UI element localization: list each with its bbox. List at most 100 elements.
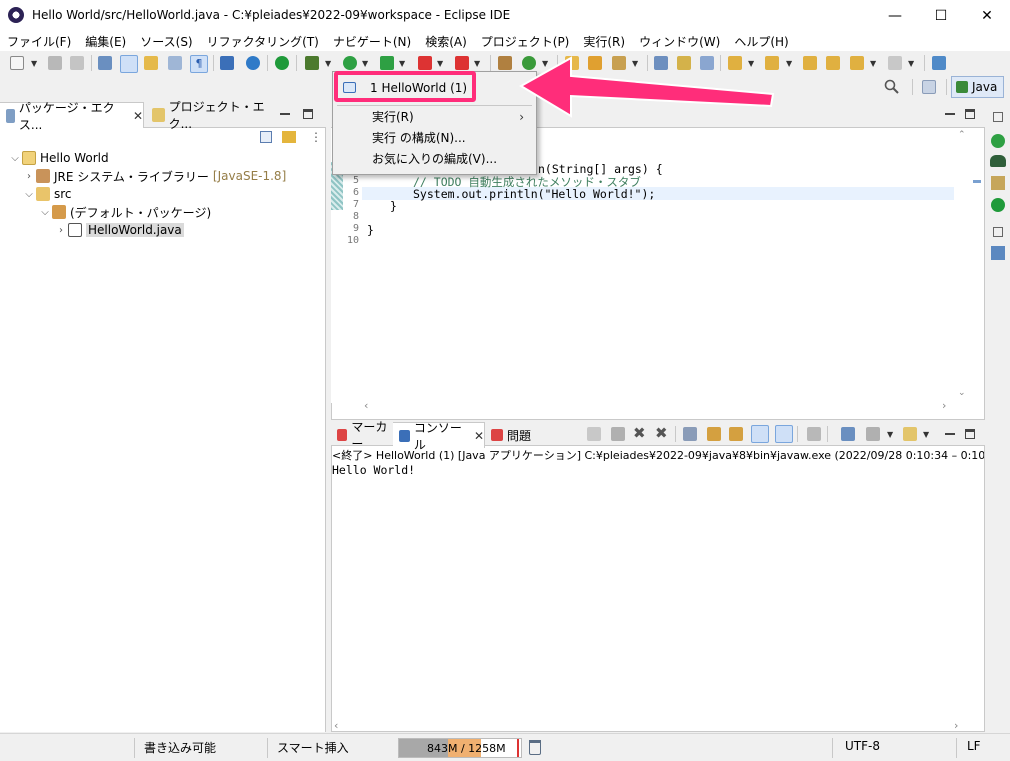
external-tools-icon[interactable] <box>418 56 432 70</box>
remove-all-launches-icon[interactable]: ✖ <box>655 424 668 442</box>
back-icon[interactable] <box>850 56 864 70</box>
new-console-icon[interactable] <box>903 427 917 441</box>
run-icon[interactable] <box>343 56 357 70</box>
menu-run[interactable]: 実行(R) <box>576 33 632 50</box>
minimize-view-icon[interactable] <box>945 113 955 115</box>
stop-icon[interactable] <box>455 56 469 70</box>
pin-icon[interactable] <box>98 56 112 70</box>
tree-item-project[interactable]: ⌵ Hello World <box>8 149 109 167</box>
gear-icon[interactable] <box>246 56 260 70</box>
debug-icon[interactable] <box>305 56 319 70</box>
editor-vertical-scrollbar[interactable]: ⌃ ⌄ <box>957 130 969 400</box>
close-icon[interactable]: ✕ <box>474 429 484 443</box>
chevron-down-icon[interactable]: ▼ <box>786 59 792 68</box>
power-icon[interactable] <box>991 198 1005 212</box>
collapse-all-icon[interactable] <box>260 131 272 143</box>
menu-edit[interactable]: 編集(E) <box>78 33 133 50</box>
remove-launch-icon[interactable]: ✖ <box>633 424 646 442</box>
tree-item-java-file[interactable]: › HelloWorld.java <box>54 221 184 239</box>
back-history-icon[interactable] <box>803 56 817 70</box>
terminal-icon[interactable] <box>220 56 234 70</box>
tree-item-jre-library[interactable]: › JRE システム・ライブラリー [JavaSE-1.8] <box>22 167 286 185</box>
open-perspective-icon[interactable] <box>932 56 946 70</box>
open-console-icon[interactable] <box>841 427 855 441</box>
chevron-down-icon[interactable]: ▼ <box>437 59 443 68</box>
maximize-view-icon[interactable] <box>965 429 975 439</box>
forward-icon[interactable] <box>888 56 902 70</box>
save-all-icon[interactable] <box>70 56 84 70</box>
menu-item-organize-favorites[interactable]: お気に入りの編成(V)... <box>333 148 536 169</box>
new-icon[interactable] <box>10 56 24 70</box>
show-on-stdout-icon[interactable] <box>751 425 769 443</box>
menu-file[interactable]: ファイル(F) <box>0 33 78 50</box>
tree-item-default-package[interactable]: ⌵ (デフォルト・パッケージ) <box>38 203 211 221</box>
block-selection-icon[interactable] <box>168 56 182 70</box>
chevron-down-icon[interactable]: ▼ <box>399 59 405 68</box>
tree-item-src[interactable]: ⌵ src <box>22 185 72 203</box>
view-menu-icon[interactable]: ⋮ <box>310 130 322 144</box>
toggle-breadcrumb-icon[interactable] <box>144 56 158 70</box>
restore-icon[interactable] <box>993 227 1003 237</box>
run-icon[interactable] <box>991 134 1005 148</box>
chevron-down-icon[interactable]: ▼ <box>887 430 893 439</box>
java-perspective-button[interactable]: Java <box>951 76 1004 98</box>
power-icon[interactable] <box>275 56 289 70</box>
scroll-lock-icon[interactable] <box>707 427 721 441</box>
search-icon[interactable] <box>884 79 900 95</box>
chevron-down-icon[interactable]: ⌵ <box>8 153 22 164</box>
outline-icon[interactable] <box>991 176 1005 190</box>
debug-icon[interactable] <box>990 155 1006 167</box>
minimize-view-icon[interactable] <box>945 433 955 435</box>
overview-ruler-marker[interactable] <box>973 180 981 183</box>
chevron-down-icon[interactable]: ▼ <box>31 59 37 68</box>
pin-console-icon[interactable] <box>807 427 821 441</box>
close-icon[interactable]: ✕ <box>133 109 143 123</box>
save-icon[interactable] <box>48 56 62 70</box>
menu-search[interactable]: 検索(A) <box>418 33 474 50</box>
chevron-down-icon[interactable]: ▼ <box>362 59 368 68</box>
menu-project[interactable]: プロジェクト(P) <box>474 33 577 50</box>
chevron-up-icon[interactable]: ⌃ <box>958 130 966 140</box>
chevron-right-icon[interactable]: › <box>954 719 958 732</box>
editor-horizontal-scrollbar[interactable]: ‹ › <box>362 399 954 413</box>
link-with-editor-icon[interactable] <box>282 131 296 143</box>
menu-source[interactable]: ソース(S) <box>133 33 199 50</box>
chevron-right-icon[interactable]: › <box>54 225 68 236</box>
task-list-icon[interactable] <box>991 246 1005 260</box>
menu-window[interactable]: ウィンドウ(W) <box>632 33 727 50</box>
chevron-left-icon[interactable]: ‹ <box>364 399 368 412</box>
tab-markers[interactable]: マーカー <box>331 420 393 451</box>
menu-help[interactable]: ヘルプ(H) <box>727 33 795 50</box>
chevron-down-icon[interactable]: ▼ <box>923 430 929 439</box>
tab-problems[interactable]: 問題 <box>485 422 545 448</box>
show-whitespace-icon[interactable]: ¶ <box>190 55 208 73</box>
menu-item-run-configurations[interactable]: 実行 の構成(N)... <box>333 127 536 148</box>
forward-history-icon[interactable] <box>826 56 840 70</box>
stop-icon[interactable] <box>611 427 625 441</box>
chevron-down-icon[interactable]: ▼ <box>474 59 480 68</box>
coverage-icon[interactable] <box>380 56 394 70</box>
chevron-down-icon[interactable]: ▼ <box>908 59 914 68</box>
maximize-view-icon[interactable] <box>965 109 975 119</box>
word-wrap-icon[interactable] <box>729 427 743 441</box>
mark-occurrences-icon[interactable] <box>120 55 138 73</box>
tab-package-explorer[interactable]: パッケージ・エクス... ✕ <box>0 101 144 132</box>
maximize-view-icon[interactable] <box>303 109 313 119</box>
chevron-down-icon[interactable]: ▼ <box>325 59 331 68</box>
chevron-left-icon[interactable]: ‹ <box>334 719 338 732</box>
heap-status-bar[interactable]: 843M / 1258M <box>398 738 522 758</box>
chevron-right-icon[interactable]: › <box>22 171 36 182</box>
open-perspective-icon[interactable] <box>922 80 936 94</box>
tab-project-explorer[interactable]: プロジェクト・エク... <box>146 100 276 131</box>
chevron-down-icon[interactable]: ⌵ <box>38 207 52 218</box>
maximize-button[interactable]: ☐ <box>918 0 964 31</box>
chevron-down-icon[interactable]: ⌄ <box>958 388 966 398</box>
minimize-button[interactable]: — <box>872 0 918 31</box>
minimize-view-icon[interactable] <box>280 113 290 115</box>
show-on-stderr-icon[interactable] <box>775 425 793 443</box>
chevron-right-icon[interactable]: › <box>942 399 946 412</box>
trash-icon[interactable] <box>529 740 541 755</box>
terminate-icon[interactable] <box>587 427 601 441</box>
menu-refactor[interactable]: リファクタリング(T) <box>200 33 326 50</box>
close-button[interactable]: ✕ <box>964 0 1010 31</box>
